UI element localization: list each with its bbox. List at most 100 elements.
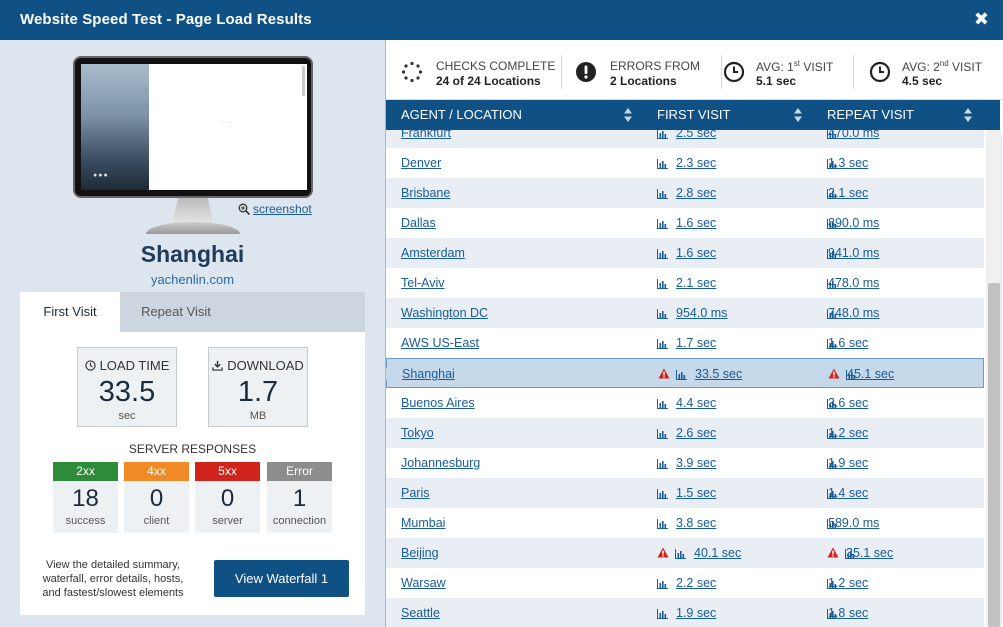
location-link[interactable]: Amsterdam [401,246,465,260]
first-visit-link[interactable]: 2.5 sec [676,130,716,140]
location-link[interactable]: Warsaw [401,576,446,590]
location-link[interactable]: Buenos Aires [401,396,475,410]
table-row[interactable]: Shanghai 33.5 sec 45.1 sec [386,358,984,388]
bar-chart-icon[interactable] [657,308,668,319]
repeat-visit-link[interactable]: 589.0 ms [828,516,879,530]
bar-chart-icon[interactable] [657,158,668,169]
table-row[interactable]: Tel-Aviv 2.1 sec 478.0 ms [386,268,984,298]
first-visit-link[interactable]: 1.7 sec [676,336,716,350]
avg-first-label-post: VISIT [800,60,834,74]
first-visit-link[interactable]: 2.8 sec [676,186,716,200]
first-visit-link[interactable]: 33.5 sec [695,367,742,381]
location-link[interactable]: Dallas [401,216,436,230]
table-row[interactable]: Brisbane 2.8 sec 2.1 sec [386,178,984,208]
location-link[interactable]: Beijing [401,546,439,560]
first-visit-link[interactable]: 2.6 sec [676,426,716,440]
bar-chart-icon[interactable] [657,130,668,139]
column-header-first-visit[interactable]: FIRST VISIT [657,100,807,130]
first-visit-link[interactable]: 2.3 sec [676,156,716,170]
avg-second-value: 4.5 sec [902,74,943,88]
first-visit-link[interactable]: 2.1 sec [676,276,716,290]
repeat-visit-link[interactable]: 1.3 sec [828,156,868,170]
location-link[interactable]: Denver [401,156,441,170]
table-row[interactable]: Beijing 40.1 sec 35.1 sec [386,538,984,568]
repeat-visit-link[interactable]: 470.0 ms [828,130,879,140]
repeat-visit-link[interactable]: 1.6 sec [828,336,868,350]
page-screenshot-thumbnail[interactable]: ●●● · · · [81,64,307,190]
repeat-visit-link[interactable]: 3.6 sec [828,396,868,410]
table-row[interactable]: Amsterdam 1.6 sec 941.0 ms [386,238,984,268]
location-link[interactable]: Johannesburg [401,456,480,470]
first-visit-link[interactable]: 1.6 sec [676,246,716,260]
tab-repeat-visit[interactable]: Repeat Visit [120,292,232,332]
location-link[interactable]: Washington DC [401,306,488,320]
first-visit-link[interactable]: 1.6 sec [676,216,716,230]
table-scrollbar[interactable] [986,130,1002,627]
first-visit-link[interactable]: 954.0 ms [676,306,727,320]
screenshot-link[interactable]: screenshot [238,202,312,216]
first-visit-link[interactable]: 1.5 sec [676,486,716,500]
column-header-repeat-visit[interactable]: REPEAT VISIT [827,100,977,130]
bar-chart-icon[interactable] [676,369,687,380]
tab-first-visit[interactable]: First Visit [20,292,120,332]
clock-icon [723,61,745,83]
table-row[interactable]: Frankfurt 2.5 sec 470.0 ms [386,130,984,148]
repeat-visit-link[interactable]: 478.0 ms [828,276,879,290]
bar-chart-icon[interactable] [657,188,668,199]
table-row[interactable]: Buenos Aires 4.4 sec 3.6 sec [386,388,984,418]
bar-chart-icon[interactable] [675,548,686,559]
scrollbar-thumb[interactable] [988,283,1000,627]
repeat-visit-link[interactable]: 45.1 sec [847,367,894,381]
repeat-visit-link[interactable]: 2.1 sec [828,186,868,200]
location-link[interactable]: Brisbane [401,186,450,200]
table-row[interactable]: Dallas 1.6 sec 890.0 ms [386,208,984,238]
table-row[interactable]: Seattle 1.9 sec 1.8 sec [386,598,984,627]
repeat-visit-link[interactable]: 1.9 sec [828,456,868,470]
repeat-visit-link[interactable]: 1.2 sec [828,576,868,590]
location-link[interactable]: Shanghai [402,367,455,381]
first-visit-link[interactable]: 1.9 sec [676,606,716,620]
location-link[interactable]: Mumbai [401,516,445,530]
table-row[interactable]: Denver 2.3 sec 1.3 sec [386,148,984,178]
table-row[interactable]: Johannesburg 3.9 sec 1.9 sec [386,448,984,478]
repeat-visit-link[interactable]: 1.2 sec [828,426,868,440]
first-visit-link[interactable]: 40.1 sec [694,546,741,560]
first-visit-link[interactable]: 3.9 sec [676,456,716,470]
repeat-visit-link[interactable]: 1.8 sec [828,606,868,620]
location-link[interactable]: Tel-Aviv [401,276,445,290]
table-row[interactable]: Mumbai 3.8 sec 589.0 ms [386,508,984,538]
close-icon[interactable]: ✖ [974,9,989,29]
bar-chart-icon[interactable] [657,248,668,259]
first-visit-link[interactable]: 4.4 sec [676,396,716,410]
bar-chart-icon[interactable] [657,608,668,619]
bar-chart-icon[interactable] [657,428,668,439]
location-link[interactable]: Frankfurt [401,130,451,140]
table-row[interactable]: Paris 1.5 sec 1.4 sec [386,478,984,508]
view-waterfall-button[interactable]: View Waterfall 1 [214,560,349,597]
column-header-location[interactable]: AGENT / LOCATION [401,100,641,130]
table-row[interactable]: Tokyo 2.6 sec 1.2 sec [386,418,984,448]
bar-chart-icon[interactable] [657,518,668,529]
location-link[interactable]: Paris [401,486,429,500]
table-row[interactable]: Washington DC 954.0 ms 748.0 ms [386,298,984,328]
repeat-visit-link[interactable]: 748.0 ms [828,306,879,320]
avg-first-value: 5.1 sec [756,74,797,88]
bar-chart-icon[interactable] [657,458,668,469]
bar-chart-icon[interactable] [657,578,668,589]
first-visit-link[interactable]: 2.2 sec [676,576,716,590]
repeat-visit-link[interactable]: 1.4 sec [828,486,868,500]
repeat-visit-link[interactable]: 35.1 sec [846,546,893,560]
bar-chart-icon[interactable] [657,278,668,289]
repeat-visit-link[interactable]: 890.0 ms [828,216,879,230]
table-row[interactable]: Warsaw 2.2 sec 1.2 sec [386,568,984,598]
table-row[interactable]: AWS US-East 1.7 sec 1.6 sec [386,328,984,358]
first-visit-link[interactable]: 3.8 sec [676,516,716,530]
location-link[interactable]: Seattle [401,606,440,620]
bar-chart-icon[interactable] [657,488,668,499]
bar-chart-icon[interactable] [657,218,668,229]
location-link[interactable]: Tokyo [401,426,434,440]
bar-chart-icon[interactable] [657,338,668,349]
location-link[interactable]: AWS US-East [401,336,479,350]
repeat-visit-link[interactable]: 941.0 ms [828,246,879,260]
bar-chart-icon[interactable] [657,398,668,409]
